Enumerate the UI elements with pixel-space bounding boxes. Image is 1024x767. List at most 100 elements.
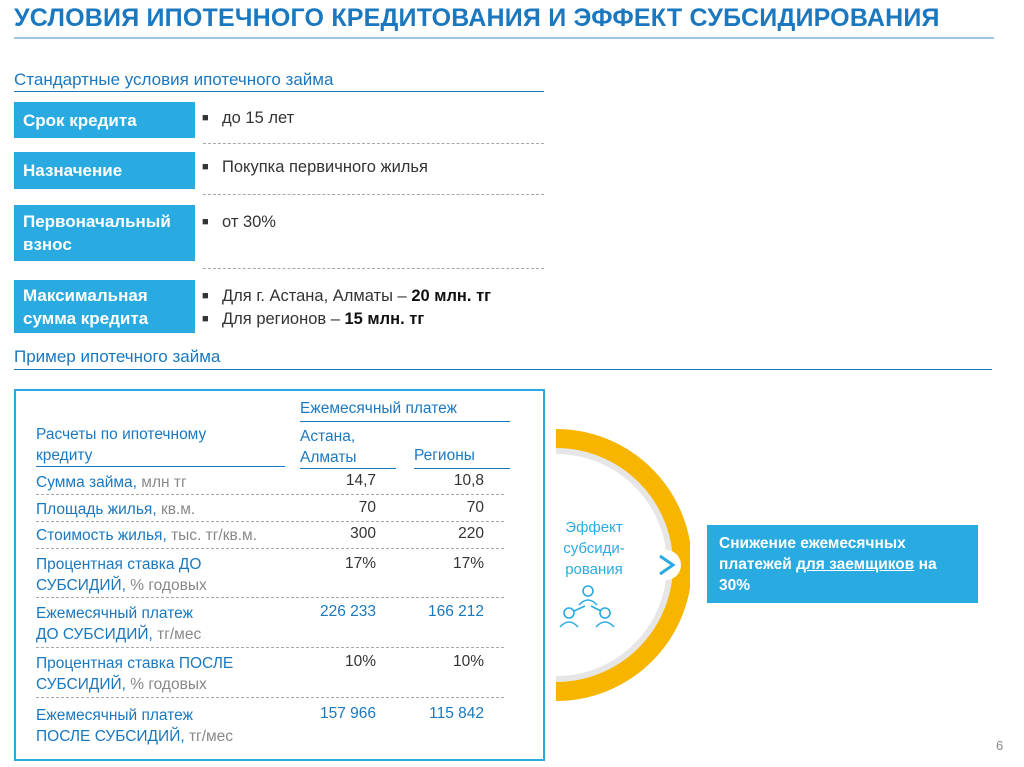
row-loan-amount-regions: 10,8 — [453, 472, 484, 489]
subsidy-effect-label: Эффект субсиди- рования — [556, 517, 632, 580]
row-area-label: Площадь жилья, кв.м. — [36, 499, 195, 520]
label-loan-term: Срок кредита — [14, 102, 195, 138]
divider-dashed — [203, 194, 544, 195]
divider-dashed — [203, 143, 544, 144]
row-unit: кв.м. — [160, 501, 196, 518]
header-col-astana: Астана, Алматы — [300, 426, 357, 468]
row-divider — [36, 521, 504, 522]
purpose-value: ■ Покупка первичного жилья — [202, 156, 428, 179]
max-amount-line2: ■ Для регионов – 15 млн. тг — [202, 308, 491, 331]
label-down-payment-line1: Первоначальный — [23, 212, 171, 231]
label-max-amount-line1: Максимальная — [23, 285, 148, 305]
header-calculations: Расчеты по ипотечному кредиту — [36, 424, 206, 466]
subsidy-effect-line3: рования — [565, 561, 623, 578]
header-col-astana-line1: Астана, — [300, 428, 356, 445]
divider-dashed — [203, 268, 544, 269]
max-amount-line2-prefix: Для регионов – — [222, 310, 345, 328]
label-max-amount: Максимальная сумма кредита — [14, 280, 195, 333]
header-calculations-line2: кредиту — [36, 447, 93, 464]
row-label-line1: Ежемесячный платеж — [36, 605, 193, 622]
max-amount-value: ■ Для г. Астана, Алматы – 20 млн. тг ■ Для… — [202, 285, 491, 331]
row-rate-before-regions: 17% — [452, 555, 484, 572]
header-col-regions-underline — [414, 468, 510, 469]
row-unit: % годовых — [130, 676, 207, 693]
down-payment-text: от 30% — [222, 213, 276, 231]
row-payment-after-label: Ежемесячный платеж ПОСЛЕ СУБСИДИЙ, тг/ме… — [36, 705, 233, 747]
bullet-icon: ■ — [202, 161, 209, 173]
row-divider — [36, 548, 504, 549]
row-rate-before-label: Процентная ставка ДО СУБСИДИЙ, % годовых — [36, 554, 207, 596]
loan-term-value: ■ до 15 лет — [202, 107, 294, 130]
row-payment-before-astana: 226 233 — [319, 603, 376, 620]
row-divider — [36, 494, 504, 495]
result-line3: 30% — [719, 577, 751, 594]
label-max-amount-line2: сумма кредита — [23, 308, 149, 328]
row-payment-before-regions: 166 212 — [427, 603, 484, 620]
row-label-line1: Процентная ставка ПОСЛЕ — [36, 655, 234, 672]
label-purpose-text: Назначение — [23, 161, 123, 180]
header-col-astana-line2: Алматы — [300, 449, 357, 466]
standard-conditions-divider — [14, 91, 544, 92]
row-divider — [36, 697, 504, 698]
page-title: УСЛОВИЯ ИПОТЕЧНОГО КРЕДИТОВАНИЯ И ЭФФЕКТ… — [14, 4, 940, 32]
max-amount-line2-bold: 15 млн. тг — [344, 310, 425, 328]
subsidy-effect-line1: Эффект — [565, 519, 623, 536]
standard-conditions-heading: Стандартные условия ипотечного займа — [14, 70, 334, 89]
row-rate-before-astana: 17% — [344, 555, 376, 572]
row-cost-label: Стоимость жилья, тыс. тг/кв.м. — [36, 525, 257, 546]
label-purpose: Назначение — [14, 152, 195, 189]
row-label-text: Стоимость жилья, — [36, 527, 172, 544]
row-area-regions: 70 — [466, 499, 484, 516]
row-label-line2: ДО СУБСИДИЙ, тг/мес — [36, 626, 202, 643]
row-unit: % годовых — [130, 577, 207, 594]
result-line1: Снижение ежемесячных — [719, 535, 906, 552]
row-divider — [36, 647, 504, 648]
down-payment-value: ■ от 30% — [202, 211, 276, 234]
arrow-badge — [651, 550, 681, 580]
label-down-payment: Первоначальный взнос — [14, 205, 195, 261]
row-label-line2: СУБСИДИЙ, % годовых — [36, 577, 207, 594]
header-monthly-payment: Ежемесячный платеж — [300, 400, 457, 417]
row-label-line2: ПОСЛЕ СУБСИДИЙ, тг/мес — [36, 728, 234, 745]
row-payment-before-label: Ежемесячный платеж ДО СУБСИДИЙ, тг/мес — [36, 603, 201, 645]
row-unit: млн тг — [141, 474, 187, 491]
bullet-icon: ■ — [202, 216, 209, 228]
max-amount-line1: ■ Для г. Астана, Алматы – 20 млн. тг — [202, 285, 491, 308]
row-rate-after-regions: 10% — [452, 653, 484, 670]
row-label-text: Площадь жилья, — [36, 501, 161, 518]
title-divider — [14, 37, 994, 39]
row-label-text: Сумма займа, — [36, 474, 142, 491]
page-number: 6 — [996, 738, 1004, 753]
row-unit: тыс. тг/кв.м. — [171, 527, 258, 544]
label-down-payment-line2: взнос — [23, 235, 72, 254]
row-label-line1: Процентная ставка ДО — [36, 556, 202, 573]
row-cost-astana: 300 — [350, 525, 376, 542]
bullet-icon: ■ — [202, 112, 209, 124]
row-rate-after-label: Процентная ставка ПОСЛЕ СУБСИДИЙ, % годо… — [36, 653, 233, 695]
people-group-icon — [559, 585, 615, 628]
row-divider — [36, 597, 504, 598]
result-underlined: для заемщиков — [796, 556, 915, 573]
subsidy-effect-line2: субсиди- — [563, 540, 625, 557]
row-payment-after-astana: 157 966 — [319, 705, 376, 722]
row-loan-amount-astana: 14,7 — [345, 472, 376, 489]
row-label-line2: СУБСИДИЙ, % годовых — [36, 676, 207, 693]
row-label-line1: Ежемесячный платеж — [36, 707, 193, 724]
example-divider — [14, 369, 992, 370]
row-cost-regions: 220 — [458, 525, 484, 542]
row-rate-after-astana: 10% — [344, 653, 376, 670]
row-area-astana: 70 — [358, 499, 376, 516]
loan-term-text: до 15 лет — [222, 109, 295, 127]
header-left-underline — [36, 466, 285, 467]
header-group-underline — [300, 421, 510, 422]
row-unit: тг/мес — [188, 728, 234, 745]
header-col-astana-underline — [300, 468, 396, 469]
label-loan-term-text: Срок кредита — [23, 110, 137, 130]
purpose-text: Покупка первичного жилья — [222, 158, 428, 176]
header-col-regions: Регионы — [414, 447, 475, 464]
bullet-icon: ■ — [202, 290, 209, 302]
row-payment-after-regions: 115 842 — [429, 705, 484, 722]
example-heading: Пример ипотечного займа — [14, 347, 221, 366]
row-loan-amount-label: Сумма займа, млн тг — [36, 472, 187, 493]
result-callout: Снижение ежемесячных платежей для заемщи… — [707, 525, 978, 603]
